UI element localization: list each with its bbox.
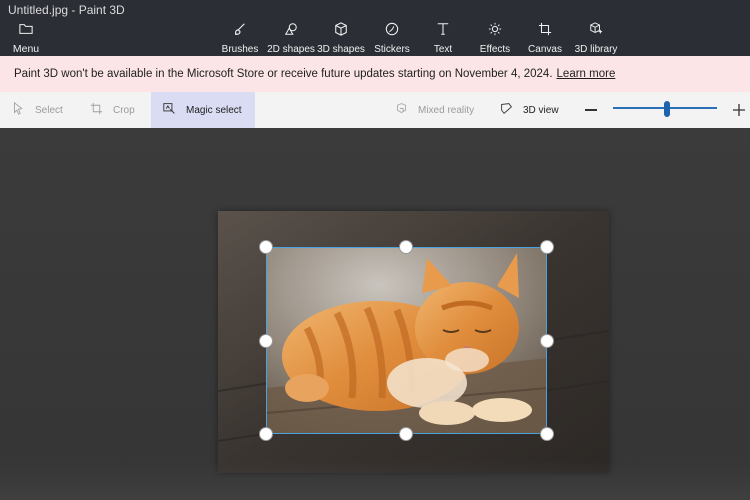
crop-button[interactable]: Crop [90, 92, 135, 128]
tool-3d-shapes[interactable]: 3D shapes [317, 22, 365, 55]
zoom-out-icon[interactable] [585, 109, 597, 111]
view-3d-icon [500, 102, 523, 118]
select-button[interactable]: Select [12, 92, 63, 128]
resize-handle-top[interactable] [399, 240, 413, 254]
menu-label: Menu [12, 43, 40, 55]
tool-label: Stickers [374, 44, 410, 55]
tool-label: 3D library [574, 44, 618, 55]
select-label: Select [35, 104, 63, 116]
learn-more-link[interactable]: Learn more [557, 68, 616, 80]
folder-icon [19, 22, 33, 41]
crop-icon [90, 102, 113, 118]
brush-icon [233, 22, 247, 41]
library-cube-icon [589, 22, 603, 41]
resize-handle-bottom[interactable] [399, 427, 413, 441]
tool-3d-library[interactable]: 3D library [574, 22, 618, 55]
tool-label: Effects [479, 44, 511, 55]
tool-canvas[interactable]: Canvas [528, 22, 562, 55]
tool-brushes[interactable]: Brushes [221, 22, 259, 55]
zoom-slider-thumb[interactable] [664, 101, 671, 117]
window-title: Untitled.jpg - Paint 3D [8, 3, 125, 17]
mixed-reality-label: Mixed reality [418, 104, 475, 116]
resize-handle-bottom-right[interactable] [540, 427, 554, 441]
tool-label: Brushes [221, 44, 259, 55]
mixed-reality-icon [395, 102, 418, 118]
cube-icon [334, 22, 348, 41]
tool-label: 3D shapes [317, 44, 365, 55]
text-icon [436, 22, 450, 41]
crop-label: Crop [113, 104, 135, 116]
sticker-icon [385, 22, 399, 41]
resize-handle-top-left[interactable] [259, 240, 273, 254]
tool-stickers[interactable]: Stickers [374, 22, 410, 55]
cursor-icon [12, 101, 35, 118]
canvas-crop-icon [538, 22, 552, 41]
workspace-floor [0, 460, 750, 500]
top-toolbar: Untitled.jpg - Paint 3D Menu Brushes 2D … [0, 0, 750, 56]
deprecation-banner: Paint 3D won't be available in the Micro… [0, 56, 750, 92]
tool-label: Canvas [528, 44, 562, 55]
resize-handle-bottom-left[interactable] [259, 427, 273, 441]
secondary-toolbar: Select Crop Magic select Mixed reality 3… [0, 92, 750, 128]
tool-effects[interactable]: Effects [479, 22, 511, 55]
zoom-in-icon[interactable] [732, 103, 746, 117]
tool-label: Text [433, 44, 453, 55]
magic-select-icon [163, 102, 186, 118]
resize-handle-left[interactable] [259, 334, 273, 348]
banner-message: Paint 3D won't be available in the Micro… [14, 68, 553, 80]
tool-text[interactable]: Text [430, 22, 456, 55]
cat-image [267, 248, 546, 433]
resize-handle-top-right[interactable] [540, 240, 554, 254]
3d-view-label: 3D view [523, 104, 559, 116]
3d-view-button[interactable]: 3D view [500, 92, 559, 128]
tool-label: 2D shapes [267, 44, 315, 55]
selection-box[interactable] [266, 247, 547, 434]
tool-2d-shapes[interactable]: 2D shapes [267, 22, 315, 55]
magic-select-button[interactable]: Magic select [151, 92, 255, 128]
shapes-2d-icon [284, 22, 298, 41]
sun-icon [488, 22, 502, 41]
magic-select-label: Magic select [186, 104, 242, 116]
menu-button[interactable]: Menu [10, 22, 42, 55]
mixed-reality-button[interactable]: Mixed reality [395, 92, 474, 128]
resize-handle-right[interactable] [540, 334, 554, 348]
